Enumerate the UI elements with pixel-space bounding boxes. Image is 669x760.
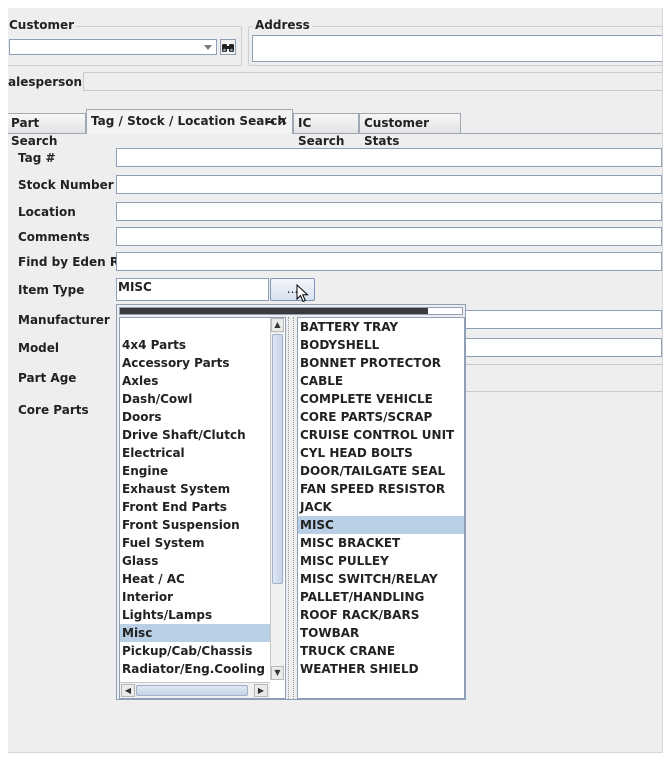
app-window: Customer Address alesperson Part Search … [8,8,663,753]
item-type-option[interactable]: MISC BRACKET [298,534,464,552]
item-type-option[interactable]: MISC [298,516,464,534]
manufacturer-label: Manufacturer [18,313,110,327]
item-type-option[interactable]: PALLET/HANDLING [298,588,464,606]
tab-customer-stats[interactable]: Customer Stats [359,113,461,148]
core-parts-label: Core Parts [18,403,89,417]
salesperson-label: alesperson [8,75,83,89]
customer-group: Customer [8,18,242,66]
category-horizontal-scrollbar[interactable]: ◀ ▶ [120,682,270,698]
tab-tag-stock-location-search[interactable]: Tag / Stock / Location Search ✕ [86,109,293,134]
item-type-option[interactable]: ROOF RACK/BARS [298,606,464,624]
category-item[interactable]: Fuel System [120,534,270,552]
category-item[interactable]: Doors [120,408,270,426]
category-item[interactable]: Misc [120,624,270,642]
comments-input[interactable] [116,227,662,246]
category-item[interactable]: Radiator/Eng.Cooling [120,660,270,678]
tab-label: Tag / Stock / Location Search [91,114,286,128]
category-list[interactable]: 4x4 Parts Accessory Parts Axles Dash/Cowl Do… [119,317,286,699]
item-type-option[interactable]: CABLE [298,372,464,390]
item-list[interactable]: BATTERY TRAY BODYSHELL BONNET PROTECTOR CAB… [297,317,465,699]
location-input[interactable] [116,202,662,221]
scrollbar-thumb[interactable] [272,334,283,584]
tab-label: Part Search [11,116,58,148]
split-divider[interactable] [288,317,294,699]
scroll-up-arrow-icon[interactable]: ▲ [271,318,284,332]
item-type-label: Item Type [18,283,85,297]
category-item[interactable]: Accessory Parts [120,354,270,372]
tag-label: Tag # [18,151,56,165]
category-item[interactable]: Engine [120,462,270,480]
address-group: Address [248,18,662,66]
item-type-popup: 4x4 Parts Accessory Parts Axles Dash/Cowl Do… [116,304,466,700]
part-age-area [458,364,662,392]
item-type-option[interactable]: CRUISE CONTROL UNIT [298,426,464,444]
category-item[interactable]: 4x4 Parts [120,336,270,354]
tab-label: IC Search [298,116,345,148]
item-type-option[interactable]: BONNET PROTECTOR [298,354,464,372]
item-type-option[interactable]: MISC SWITCH/RELAY [298,570,464,588]
scroll-left-arrow-icon[interactable]: ◀ [121,684,135,697]
item-type-option[interactable]: DOOR/TAILGATE SEAL [298,462,464,480]
category-vertical-scrollbar[interactable]: ▲ ▼ [270,318,284,680]
item-type-option[interactable]: FAN SPEED RESISTOR [298,480,464,498]
item-type-option[interactable]: TRUCK CRANE [298,642,464,660]
binoculars-icon[interactable] [220,39,236,55]
stock-number-label: Stock Number [18,178,114,192]
category-item[interactable]: Glass [120,552,270,570]
category-item[interactable]: Axles [120,372,270,390]
item-type-option[interactable]: BATTERY TRAY [298,318,464,336]
item-type-value: MISC [118,280,152,294]
close-icon[interactable]: ✕ [278,110,288,132]
tab-bar: Part Search Tag / Stock / Location Searc… [8,109,662,148]
category-item[interactable]: Interior [120,588,270,606]
category-item[interactable]: Lights/Lamps [120,606,270,624]
comments-label: Comments [18,230,90,244]
category-item[interactable]: Pickup/Cab/Chassis [120,642,270,660]
category-item[interactable]: Dash/Cowl [120,390,270,408]
part-age-label: Part Age [18,371,77,385]
item-type-field[interactable]: MISC [116,278,269,301]
category-item[interactable]: Front Suspension [120,516,270,534]
loading-progress-bar [119,307,463,315]
category-item[interactable]: Heat / AC [120,570,270,588]
item-type-option[interactable]: MISC PULLEY [298,552,464,570]
tab-part-search[interactable]: Part Search [8,113,86,148]
item-type-option[interactable]: CYL HEAD BOLTS [298,444,464,462]
minimize-icon[interactable] [266,121,274,123]
salesperson-field [83,72,662,91]
address-label: Address [253,18,312,32]
item-type-option[interactable]: CORE PARTS/SCRAP [298,408,464,426]
eden-label: Find by Eden R# [18,255,130,269]
mouse-cursor-icon [296,284,309,303]
category-item[interactable]: Exhaust System [120,480,270,498]
stock-number-input[interactable] [116,175,662,194]
tab-label: Customer Stats [364,116,430,148]
chevron-down-icon[interactable] [204,45,212,50]
location-label: Location [18,205,76,219]
customer-label: Customer [8,18,77,32]
progress-fill [120,308,428,314]
category-item[interactable]: Electrical [120,444,270,462]
eden-input[interactable] [116,252,662,271]
address-field[interactable] [252,35,662,62]
scrollbar-thumb[interactable] [136,685,248,696]
category-item[interactable]: Drive Shaft/Clutch [120,426,270,444]
scroll-right-arrow-icon[interactable]: ▶ [254,684,268,697]
tab-ic-search[interactable]: IC Search [293,113,359,148]
category-item[interactable]: Front End Parts [120,498,270,516]
item-type-option[interactable]: BODYSHELL [298,336,464,354]
customer-combo[interactable] [9,39,217,55]
tag-input[interactable] [116,148,662,167]
item-type-option[interactable]: COMPLETE VEHICLE [298,390,464,408]
item-type-option[interactable]: WEATHER SHIELD [298,660,464,678]
item-type-option[interactable]: JACK [298,498,464,516]
model-label: Model [18,341,60,355]
item-type-option[interactable]: TOWBAR [298,624,464,642]
scroll-down-arrow-icon[interactable]: ▼ [271,666,284,680]
